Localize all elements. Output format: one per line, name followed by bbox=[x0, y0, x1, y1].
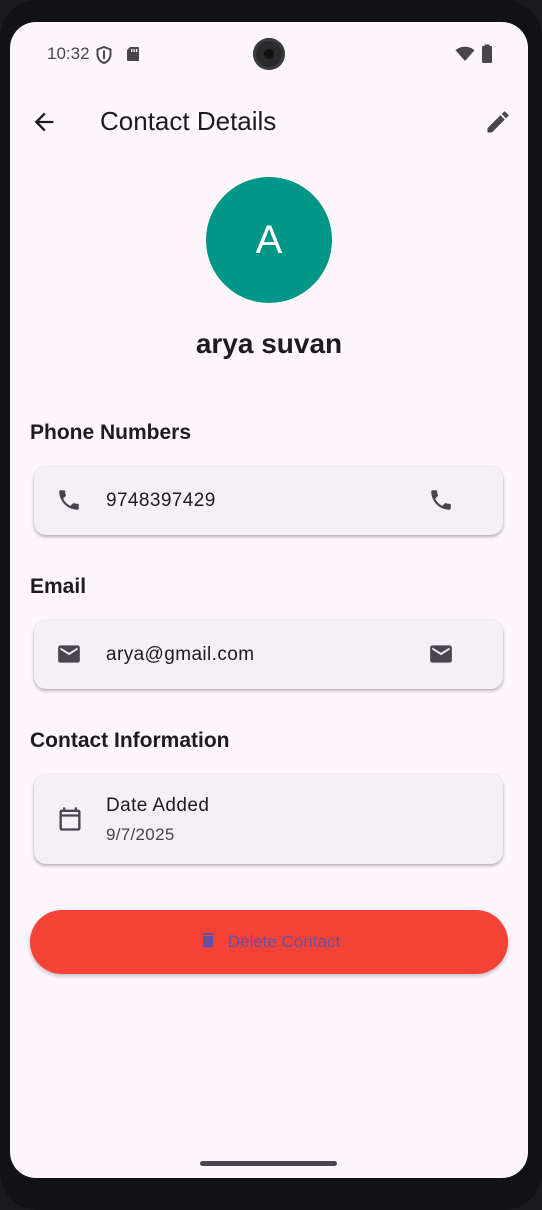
phone-icon bbox=[56, 487, 82, 518]
home-indicator[interactable] bbox=[200, 1161, 337, 1166]
phone-section-title: Phone Numbers bbox=[30, 421, 192, 444]
email-address: arya@gmail.com bbox=[106, 644, 255, 665]
wifi-icon bbox=[455, 46, 475, 67]
date-added-card: Date Added 9/7/2025 bbox=[34, 774, 503, 864]
back-button[interactable] bbox=[30, 108, 58, 136]
screen: 10:32 Contact Details A arya suvan Phone… bbox=[10, 22, 528, 1178]
contact-name: arya suvan bbox=[195, 328, 343, 359]
app-bar: Contact Details bbox=[10, 92, 528, 152]
device-frame: 10:32 Contact Details A arya suvan Phone… bbox=[0, 0, 542, 1210]
email-section-title: Email bbox=[30, 575, 87, 598]
delete-contact-button[interactable]: Delete Contact bbox=[30, 910, 508, 974]
front-camera bbox=[253, 38, 285, 70]
call-button[interactable] bbox=[428, 487, 456, 515]
sd-card-icon bbox=[126, 46, 140, 67]
delete-contact-label: Delete Contact bbox=[227, 932, 341, 951]
status-time: 10:32 bbox=[47, 44, 90, 63]
shield-icon bbox=[96, 45, 112, 69]
trash-icon bbox=[198, 929, 218, 956]
date-added-value: 9/7/2025 bbox=[106, 825, 175, 844]
arrow-back-icon bbox=[34, 112, 54, 132]
status-bar: 10:32 bbox=[10, 22, 528, 86]
phone-card[interactable]: 9748397429 bbox=[34, 466, 503, 535]
page-title: Contact Details bbox=[100, 106, 277, 136]
avatar: A bbox=[206, 177, 332, 303]
calendar-icon bbox=[56, 805, 84, 838]
battery-icon bbox=[481, 44, 493, 69]
phone-number: 9748397429 bbox=[106, 490, 216, 511]
send-email-button[interactable] bbox=[428, 641, 456, 669]
avatar-initial: A bbox=[255, 217, 283, 262]
edit-button[interactable] bbox=[484, 108, 512, 136]
mail-icon bbox=[430, 645, 452, 663]
phone-icon bbox=[431, 490, 451, 510]
mail-icon bbox=[56, 641, 82, 672]
pencil-icon bbox=[487, 111, 509, 133]
email-card[interactable]: arya@gmail.com bbox=[34, 620, 503, 689]
date-added-label: Date Added bbox=[106, 795, 210, 816]
info-section-title: Contact Information bbox=[30, 729, 230, 752]
